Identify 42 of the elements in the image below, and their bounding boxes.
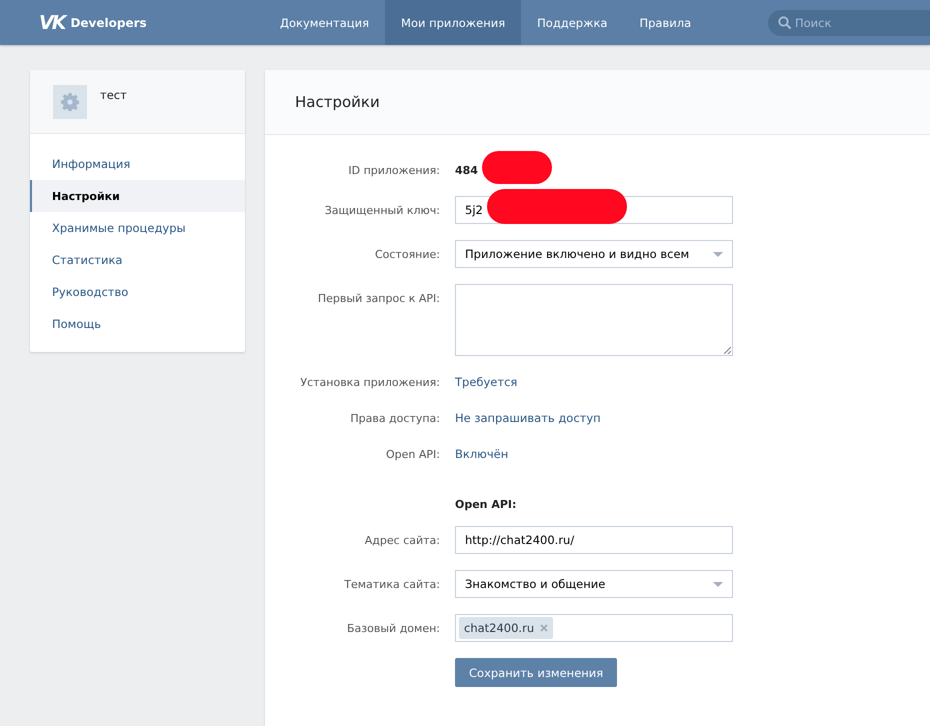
- save-button[interactable]: Сохранить изменения: [455, 658, 618, 687]
- field-label: Защищенный ключ:: [324, 204, 440, 216]
- panel-title: Настройки: [295, 93, 380, 111]
- nav-tab[interactable]: Мои приложения: [385, 0, 522, 45]
- field-label: ID приложения:: [348, 164, 440, 176]
- field-label: Тематика сайта:: [344, 578, 440, 590]
- brand-name[interactable]: Developers: [70, 16, 147, 30]
- dropdown[interactable]: Знакомство и общение: [455, 570, 733, 598]
- caret-icon: [713, 252, 723, 257]
- dropdown[interactable]: Приложение включено и видно всем: [455, 240, 733, 268]
- nav-tab[interactable]: Правила: [623, 0, 708, 45]
- text-area[interactable]: [455, 284, 733, 356]
- field-label: Базовый домен:: [347, 622, 440, 634]
- caret-icon: [713, 582, 723, 587]
- app-name: тест: [100, 88, 127, 102]
- section-heading: Open API:: [455, 498, 516, 510]
- field-label: Состояние:: [374, 248, 440, 260]
- link[interactable]: Не запрашивать доступ: [455, 411, 601, 425]
- sidebar-item[interactable]: Информация: [30, 148, 245, 180]
- field-label: Адрес сайта:: [364, 534, 440, 546]
- field-label: Права доступа:: [350, 412, 440, 424]
- tag-input-field[interactable]: chat2400.ru: [455, 614, 733, 642]
- gear-icon: [61, 93, 79, 111]
- sidebar-item[interactable]: Хранимые процедуры: [30, 212, 245, 244]
- nav-tab[interactable]: Документация: [264, 0, 386, 45]
- nav-tab[interactable]: Поддержка: [521, 0, 624, 45]
- sidebar-item[interactable]: Настройки: [30, 180, 245, 212]
- field-label: Первый запрос к API:: [318, 292, 440, 305]
- link[interactable]: Включён: [455, 447, 508, 461]
- field-label: Установка приложения:: [300, 376, 440, 388]
- sidebar-item[interactable]: Руководство: [30, 276, 245, 308]
- field-label: Open API:: [386, 448, 440, 460]
- sidebar-item[interactable]: Статистика: [30, 244, 245, 276]
- search-field[interactable]: Поиск: [768, 10, 930, 36]
- resize-handle-icon[interactable]: [724, 347, 731, 354]
- app-id-value: 484: [455, 164, 478, 176]
- tag-label: chat2400.ru: [464, 621, 534, 635]
- input-field[interactable]: http://chat2400.ru/: [455, 526, 733, 554]
- logo-mark[interactable]: VK: [39, 12, 64, 34]
- sidebar-item[interactable]: Помощь: [30, 308, 245, 340]
- close-icon[interactable]: [540, 624, 548, 632]
- link[interactable]: Требуется: [455, 375, 518, 389]
